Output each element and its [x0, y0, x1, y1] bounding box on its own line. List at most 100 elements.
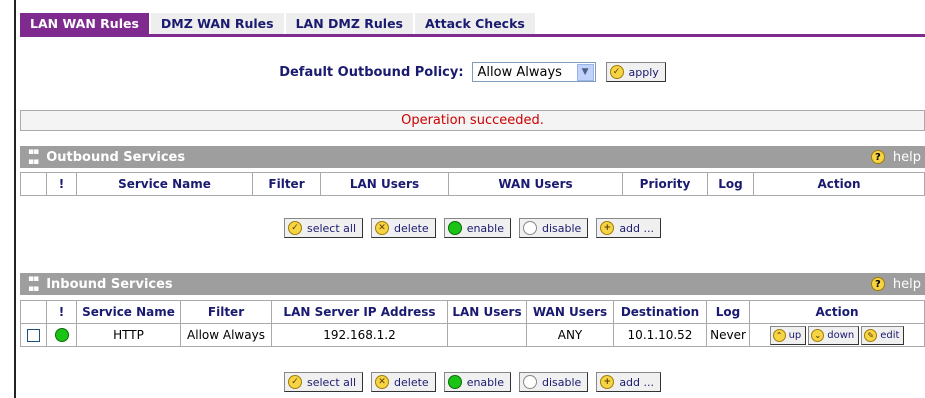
chevron-down-icon[interactable]: ▼: [576, 63, 594, 81]
move-down-button[interactable]: ⌄ down: [808, 325, 860, 345]
tab-dmz-wan-rules[interactable]: DMZ WAN Rules: [150, 13, 286, 34]
outbound-select-all-button[interactable]: ✓ select all: [283, 218, 364, 238]
tab-lan-dmz-rules[interactable]: LAN DMZ Rules: [285, 13, 415, 34]
inbound-services-title: Inbound Services: [46, 276, 173, 292]
outbound-disable-button[interactable]: disable: [518, 218, 589, 238]
tab-bar: LAN WAN Rules DMZ WAN Rules LAN DMZ Rule…: [20, 13, 537, 34]
inbound-add-button[interactable]: + add ...: [596, 372, 662, 392]
row-checkbox[interactable]: [27, 329, 40, 342]
column-service-name: Service Name: [76, 300, 181, 324]
outbound-delete-button[interactable]: ✕ delete: [371, 218, 436, 238]
default-policy-row: Default Outbound Policy: Allow Always ▼ …: [20, 60, 925, 84]
inbound-enable-button[interactable]: enable: [443, 372, 511, 392]
column-select: [20, 172, 47, 196]
enable-label: enable: [466, 375, 504, 389]
table-row: HTTP Allow Always 192.168.1.2 ANY 10.1.1…: [20, 323, 925, 347]
down-label: down: [827, 329, 855, 341]
outbound-services-header: ▪▪ ▪▪ Outbound Services ? help: [20, 146, 925, 168]
apply-button[interactable]: ✓ apply: [605, 62, 666, 82]
hollow-circle-icon: [522, 375, 537, 389]
help-icon: ?: [870, 277, 885, 291]
inbound-delete-button[interactable]: ✕ delete: [371, 372, 436, 392]
table-header-row: ! Service Name Filter LAN Users WAN User…: [20, 172, 925, 196]
hollow-circle-icon: [522, 221, 537, 235]
outbound-help-link[interactable]: ? help: [870, 149, 921, 165]
outbound-button-row: ✓ select all ✕ delete enable disable + add …: [20, 217, 925, 239]
apply-button-label: apply: [628, 65, 659, 79]
select-all-label: select all: [306, 375, 357, 389]
column-wan-users: WAN Users: [448, 172, 623, 196]
inbound-button-row: ✓ select all ✕ delete enable disable + add …: [20, 371, 925, 393]
column-service-name: Service Name: [76, 172, 253, 196]
check-icon: ✓: [287, 221, 302, 235]
row-wan-users: ANY: [526, 323, 614, 347]
disable-label: disable: [541, 375, 582, 389]
tab-attack-checks[interactable]: Attack Checks: [415, 13, 537, 34]
green-dot-icon: [447, 375, 462, 389]
grip-icon: ▪▪ ▪▪: [28, 274, 39, 294]
delete-x-icon: ✕: [375, 221, 390, 235]
column-priority: Priority: [622, 172, 708, 196]
row-destination: 10.1.10.52: [613, 323, 707, 347]
chevron-down-icon: ⌄: [811, 328, 825, 342]
column-lan-server-ip: LAN Server IP Address: [271, 300, 448, 324]
chevron-up-icon: ⌃: [772, 328, 786, 342]
outbound-services-table: ! Service Name Filter LAN Users WAN User…: [20, 172, 925, 196]
inbound-services-header: ▪▪ ▪▪ Inbound Services ? help: [20, 273, 925, 295]
delete-label: delete: [394, 221, 429, 235]
default-policy-label: Default Outbound Policy:: [279, 64, 464, 80]
column-filter: Filter: [252, 172, 321, 196]
edit-label: edit: [880, 329, 900, 341]
help-icon: ?: [870, 150, 885, 164]
row-filter: Allow Always: [180, 323, 272, 347]
row-actions: ⌃ up ⌄ down ✎ edit: [749, 323, 925, 347]
plus-icon: +: [600, 221, 615, 235]
outbound-help-label: help: [892, 149, 921, 165]
default-policy-select[interactable]: Allow Always ▼: [471, 62, 596, 82]
column-lan-users: LAN Users: [320, 172, 449, 196]
column-log: Log: [706, 300, 750, 324]
move-up-button[interactable]: ⌃ up: [769, 325, 807, 345]
delete-label: delete: [394, 375, 429, 389]
column-log: Log: [707, 172, 754, 196]
green-dot-icon: [447, 221, 462, 235]
column-action: Action: [749, 300, 925, 324]
column-wan-users: WAN Users: [526, 300, 614, 324]
row-lan-users: [447, 323, 527, 347]
row-server-ip: 192.168.1.2: [271, 323, 448, 347]
column-status: !: [46, 300, 77, 324]
edit-button[interactable]: ✎ edit: [861, 325, 905, 345]
column-status: !: [46, 172, 77, 196]
inbound-help-link[interactable]: ? help: [870, 276, 921, 292]
delete-x-icon: ✕: [375, 375, 390, 389]
tab-lan-wan-rules[interactable]: LAN WAN Rules: [20, 13, 151, 34]
outbound-add-button[interactable]: + add ...: [596, 218, 662, 238]
tab-underline: [20, 34, 925, 37]
row-log: Never: [706, 323, 750, 347]
select-all-label: select all: [306, 221, 357, 235]
row-service-name: HTTP: [76, 323, 181, 347]
outbound-services-title: Outbound Services: [46, 149, 186, 165]
column-lan-users: LAN Users: [447, 300, 527, 324]
disable-label: disable: [541, 221, 582, 235]
plus-icon: +: [600, 375, 615, 389]
row-status-cell: [46, 323, 77, 347]
default-policy-value: Allow Always: [477, 64, 562, 80]
enabled-status-icon: [54, 328, 69, 343]
pencil-icon: ✎: [864, 328, 878, 342]
status-message: Operation succeeded.: [20, 110, 925, 131]
enable-label: enable: [466, 221, 504, 235]
inbound-disable-button[interactable]: disable: [518, 372, 589, 392]
up-label: up: [788, 329, 802, 341]
add-label: add ...: [619, 221, 655, 235]
inbound-select-all-button[interactable]: ✓ select all: [283, 372, 364, 392]
outbound-enable-button[interactable]: enable: [443, 218, 511, 238]
column-action: Action: [753, 172, 925, 196]
check-icon: ✓: [609, 65, 624, 79]
row-select-cell: [20, 323, 47, 347]
inbound-help-label: help: [892, 276, 921, 292]
table-header-row: ! Service Name Filter LAN Server IP Addr…: [20, 300, 925, 324]
check-icon: ✓: [287, 375, 302, 389]
add-label: add ...: [619, 375, 655, 389]
inbound-services-table: ! Service Name Filter LAN Server IP Addr…: [20, 300, 925, 347]
